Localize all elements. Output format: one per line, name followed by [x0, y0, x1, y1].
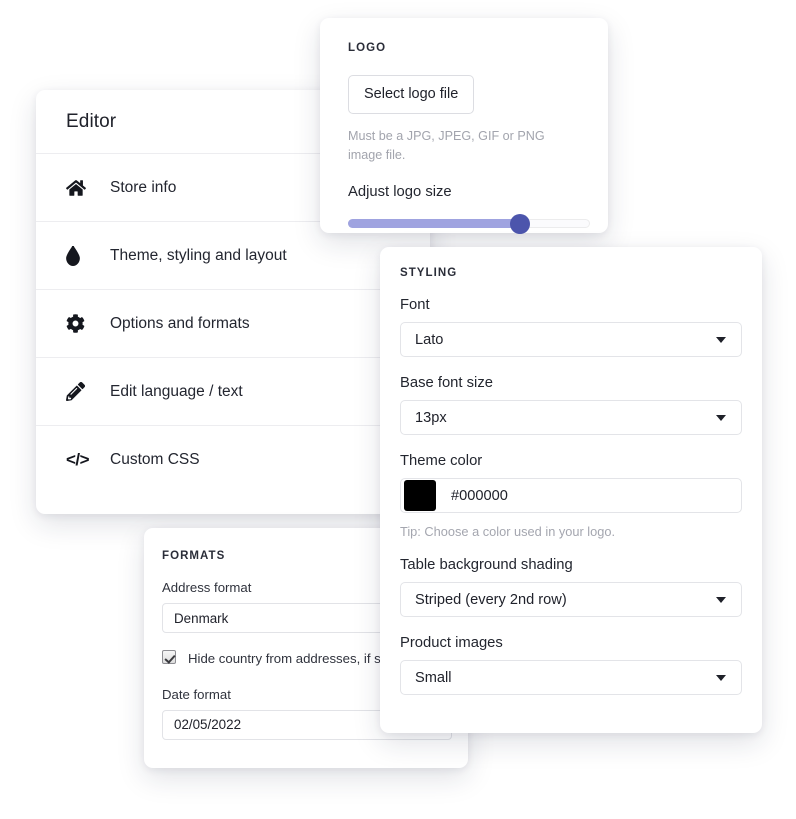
styling-panel: STYLING Font Lato Base font size 13px Th… [380, 247, 762, 733]
styling-section-heading: STYLING [400, 267, 458, 279]
base-font-size-select[interactable]: 13px [400, 400, 742, 435]
home-icon [66, 178, 100, 198]
logo-panel: LOGO Select logo file Must be a JPG, JPE… [320, 18, 608, 234]
logo-size-slider[interactable] [348, 213, 590, 234]
sidebar-item-options-and-formats[interactable]: Options and formats [36, 290, 430, 358]
sidebar-item-label: Custom CSS [110, 451, 200, 468]
page-title: Editor [66, 110, 117, 132]
product-images-value: Small [415, 669, 452, 686]
font-select[interactable]: Lato [400, 322, 742, 357]
sidebar-item-edit-language-text[interactable]: Edit language / text [36, 358, 430, 426]
font-value: Lato [415, 331, 444, 348]
slider-thumb[interactable] [510, 213, 531, 234]
gear-icon [66, 314, 100, 333]
theme-color-tip: Tip: Choose a color used in your logo. [400, 524, 616, 539]
logo-file-hint: Must be a JPG, JPEG, GIF or PNG image fi… [348, 129, 545, 163]
screenshot-stage: Editor Store info Theme, styling and lay… [0, 0, 796, 819]
logo-section-heading: LOGO [348, 42, 387, 54]
product-images-label: Product images [400, 635, 503, 651]
table-shading-value: Striped (every 2nd row) [415, 591, 567, 608]
slider-fill [348, 218, 525, 228]
theme-color-value: #000000 [451, 487, 508, 504]
chevron-down-icon [716, 596, 726, 603]
chevron-down-icon [716, 414, 726, 421]
hide-country-checkbox[interactable] [162, 650, 176, 664]
sidebar-item-label: Store info [110, 178, 177, 196]
theme-color-swatch[interactable] [404, 480, 436, 511]
address-format-value: Denmark [174, 610, 229, 626]
sidebar-item-custom-css[interactable]: </> Custom CSS [36, 426, 430, 494]
table-shading-label: Table background shading [400, 557, 573, 573]
date-format-value: 02/05/2022 [174, 717, 242, 733]
sidebar-item-label: Options and formats [110, 314, 250, 332]
code-icon: </> [66, 450, 90, 469]
font-label: Font [400, 297, 430, 313]
base-font-size-value: 13px [415, 409, 447, 426]
sidebar-item-label: Theme, styling and layout [110, 246, 287, 264]
adjust-logo-size-label: Adjust logo size [348, 183, 452, 200]
pencil-icon [66, 382, 100, 401]
chevron-down-icon [716, 674, 726, 681]
chevron-down-icon [716, 336, 726, 343]
theme-color-label: Theme color [400, 453, 483, 469]
sidebar-item-label: Edit language / text [110, 382, 243, 400]
select-logo-file-button[interactable]: Select logo file [348, 75, 475, 115]
table-shading-select[interactable]: Striped (every 2nd row) [400, 582, 742, 617]
product-images-select[interactable]: Small [400, 660, 742, 695]
base-font-size-label: Base font size [400, 375, 493, 391]
droplet-icon [66, 245, 100, 266]
theme-color-input[interactable]: #000000 [400, 478, 742, 513]
